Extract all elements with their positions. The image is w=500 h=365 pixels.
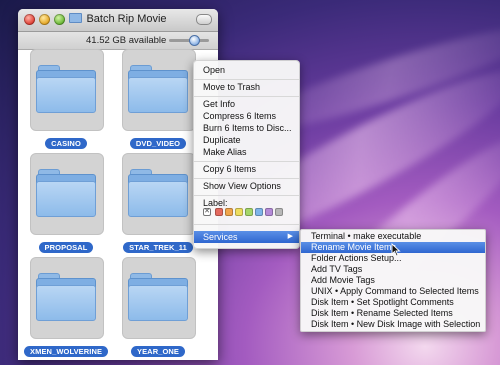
menu-item-get-info[interactable]: Get Info (194, 98, 299, 110)
label-swatch-gray[interactable] (275, 208, 283, 216)
window-title: Batch Rip Movie (18, 13, 218, 25)
window-title-text: Batch Rip Movie (86, 13, 167, 25)
service-unix-apply-command[interactable]: UNIX • Apply Command to Selected Items (301, 286, 485, 297)
finder-window: Batch Rip Movie 41.52 GB available CASIN… (18, 9, 218, 360)
menu-item-services-label: Services (203, 232, 238, 242)
label-none-x-icon[interactable]: ✕ (203, 208, 211, 216)
label-swatch-orange[interactable] (225, 208, 233, 216)
folder-label: STAR_TREK_11 (123, 242, 193, 253)
menu-divider (194, 178, 299, 179)
service-rename-selected-items[interactable]: Disk Item • Rename Selected Items (301, 308, 485, 319)
folder-item[interactable]: STAR_TREK_11 (116, 153, 200, 253)
service-set-spotlight-comments[interactable]: Disk Item • Set Spotlight Comments (301, 297, 485, 308)
folder-label: CASINO (45, 138, 87, 149)
icon-size-slider-knob[interactable] (189, 35, 200, 46)
folder-icon (69, 13, 83, 23)
menu-item-move-to-trash[interactable]: Move to Trash (194, 81, 299, 93)
menu-divider (194, 96, 299, 97)
menu-divider (194, 224, 299, 225)
menu-divider (194, 195, 299, 196)
menu-item-show-view-options[interactable]: Show View Options (194, 180, 299, 192)
submenu-arrow-icon: ▶ (287, 233, 293, 240)
folder-icon (128, 169, 188, 217)
label-swatch-yellow[interactable] (235, 208, 243, 216)
folder-item[interactable]: PROPOSAL (24, 153, 108, 253)
folder-icon (36, 273, 96, 321)
context-menu: Open Move to Trash Get Info Compress 6 I… (193, 60, 300, 249)
folder-label: XMEN_WOLVERINE (24, 346, 109, 357)
status-bar: 41.52 GB available (18, 32, 218, 50)
menu-item-make-alias[interactable]: Make Alias (194, 146, 299, 158)
mouse-pointer-icon (391, 243, 401, 257)
label-swatch-purple[interactable] (265, 208, 273, 216)
folder-item[interactable]: CASINO (24, 49, 108, 149)
folder-item[interactable]: DVD_VIDEO (116, 49, 200, 149)
available-space: 41.52 GB available (86, 35, 167, 46)
folder-icon (36, 65, 96, 113)
folder-label: PROPOSAL (38, 242, 94, 253)
folder-label: DVD_VIDEO (129, 138, 187, 149)
folder-item[interactable]: YEAR_ONE (116, 257, 200, 357)
menu-item-services[interactable]: Services ▶ (194, 231, 299, 243)
menu-item-open[interactable]: Open (194, 64, 299, 76)
folder-icon (36, 169, 96, 217)
window-titlebar[interactable]: Batch Rip Movie (18, 9, 218, 32)
folder-icon (128, 65, 188, 113)
label-swatch-green[interactable] (245, 208, 253, 216)
folder-item[interactable]: XMEN_WOLVERINE (24, 257, 109, 357)
label-swatch-red[interactable] (215, 208, 223, 216)
menu-item-duplicate[interactable]: Duplicate (194, 134, 299, 146)
service-add-tv-tags[interactable]: Add TV Tags (301, 264, 485, 275)
menu-divider (194, 79, 299, 80)
service-add-movie-tags[interactable]: Add Movie Tags (301, 275, 485, 286)
menu-item-copy[interactable]: Copy 6 Items (194, 163, 299, 175)
label-swatch-blue[interactable] (255, 208, 263, 216)
folder-icon (128, 273, 188, 321)
menu-item-burn[interactable]: Burn 6 Items to Disc... (194, 122, 299, 134)
folder-label: YEAR_ONE (130, 346, 186, 357)
service-terminal-make-executable[interactable]: Terminal • make executable (301, 231, 485, 242)
service-new-disk-image[interactable]: Disk Item • New Disk Image with Selectio… (301, 319, 485, 330)
toolbar-toggle-button[interactable] (196, 14, 212, 25)
menu-divider (194, 161, 299, 162)
menu-item-compress[interactable]: Compress 6 Items (194, 110, 299, 122)
